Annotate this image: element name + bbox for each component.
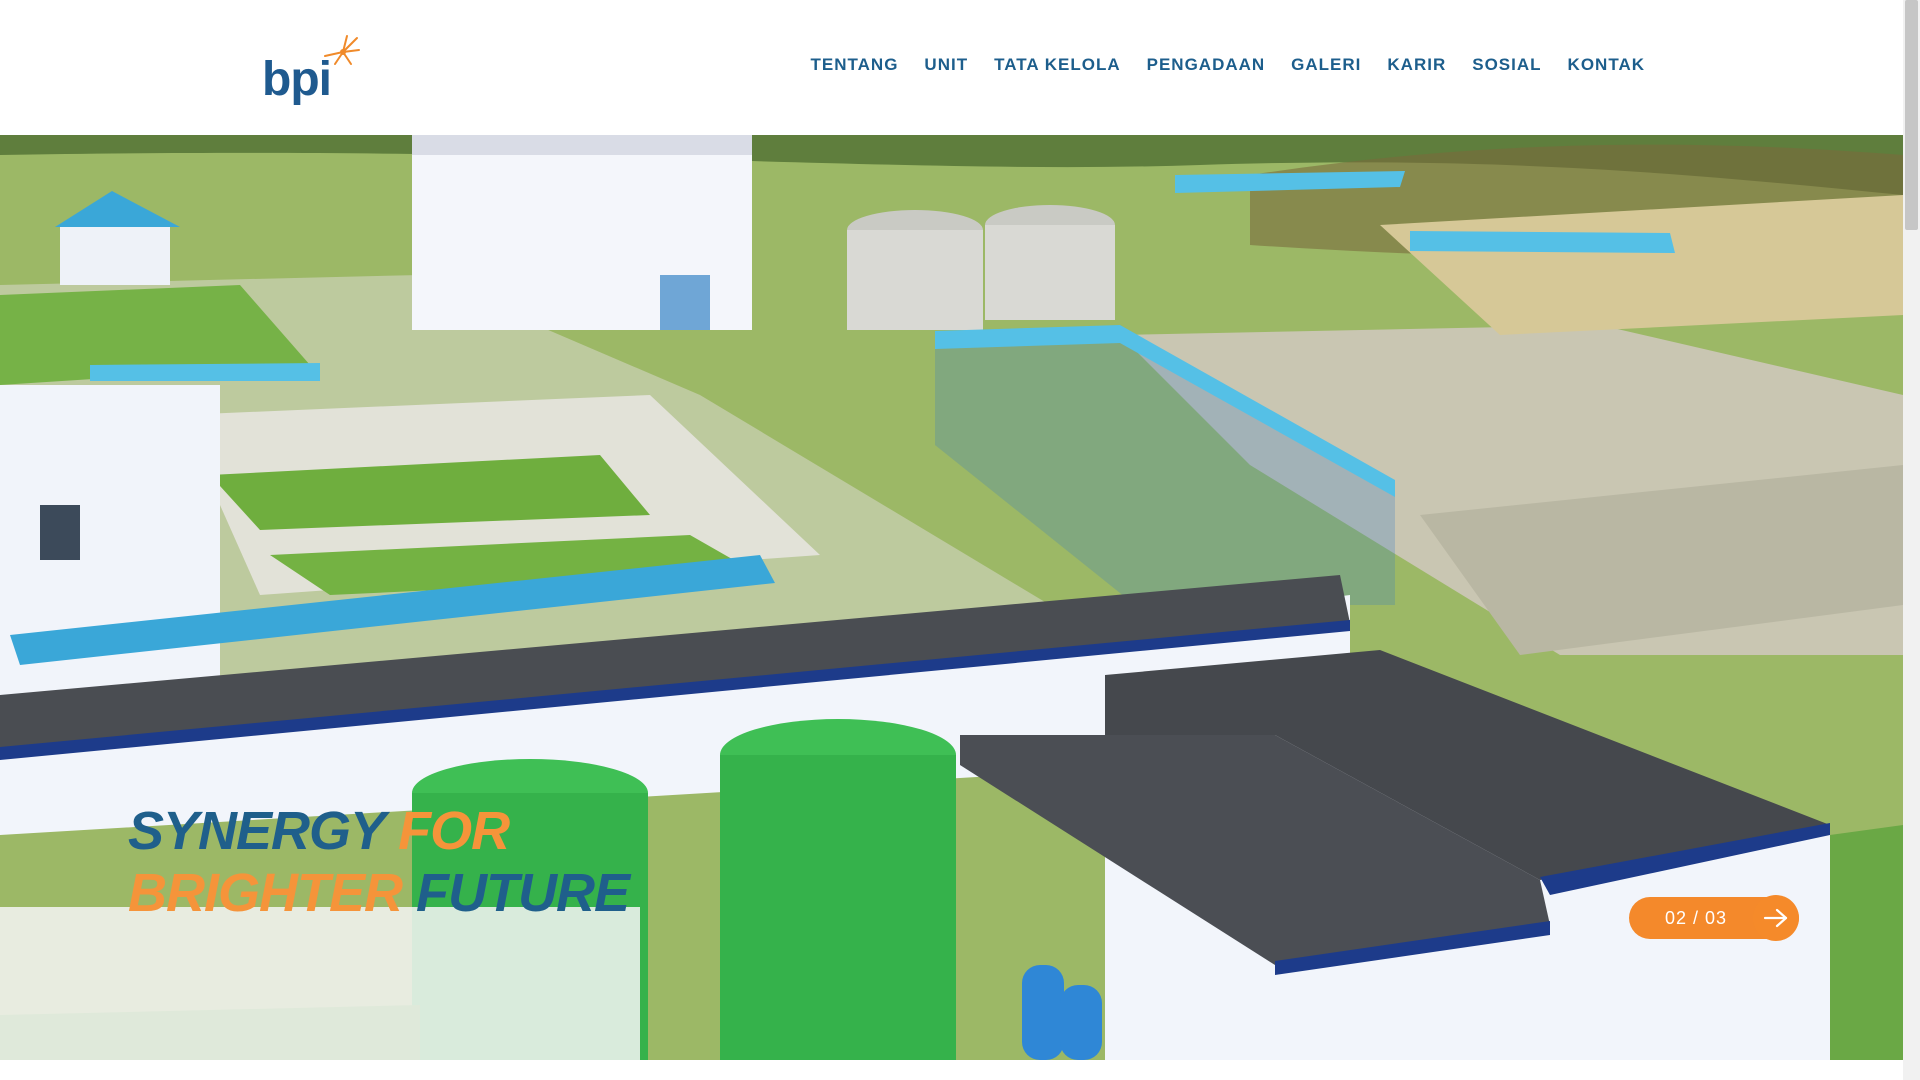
nav-item-unit[interactable]: UNIT — [924, 55, 968, 75]
nav-item-kontak[interactable]: KONTAK — [1568, 55, 1645, 75]
nav-item-pengadaan[interactable]: PENGADAAN — [1147, 55, 1266, 75]
nav-item-sosial[interactable]: SOSIAL — [1472, 55, 1541, 75]
logo-text: bpi — [262, 53, 332, 106]
page: bpi TENTANG UNIT TATA KELOLA PENGADAAN G… — [0, 0, 1920, 1080]
page-bottom-strip — [0, 1060, 1903, 1080]
tagline-line-1: SYNERGY FOR — [128, 800, 629, 862]
nav-item-karir[interactable]: KARIR — [1387, 55, 1446, 75]
hero-tagline: SYNERGY FOR BRIGHTER FUTURE — [128, 800, 630, 924]
tagline-word-synergy: SYNERGY — [128, 801, 385, 861]
page-scrollbar[interactable] — [1903, 0, 1920, 1080]
nav-item-tentang[interactable]: TENTANG — [811, 55, 899, 75]
main-nav: TENTANG UNIT TATA KELOLA PENGADAAN GALER… — [811, 55, 1645, 75]
site-header: bpi TENTANG UNIT TATA KELOLA PENGADAAN G… — [0, 0, 1903, 135]
tagline-word-brighter: BRIGHTER — [128, 863, 403, 923]
next-slide-button[interactable] — [1753, 895, 1799, 941]
slide-counter: 02 / 03 — [1665, 908, 1728, 928]
tagline-word-future: FUTURE — [416, 863, 630, 923]
scrollbar-thumb[interactable] — [1905, 0, 1918, 230]
tagline-backdrop — [0, 907, 640, 1060]
nav-item-galeri[interactable]: GALERI — [1291, 55, 1361, 75]
arrow-right-icon — [1763, 908, 1788, 928]
tagline-line-2: BRIGHTER FUTURE — [128, 862, 630, 924]
nav-item-tata-kelola[interactable]: TATA KELOLA — [994, 55, 1121, 75]
bpi-logo[interactable]: bpi — [262, 34, 362, 106]
tagline-word-for: FOR — [398, 801, 510, 861]
slide-indicator: 02 / 03 — [1629, 895, 1799, 941]
